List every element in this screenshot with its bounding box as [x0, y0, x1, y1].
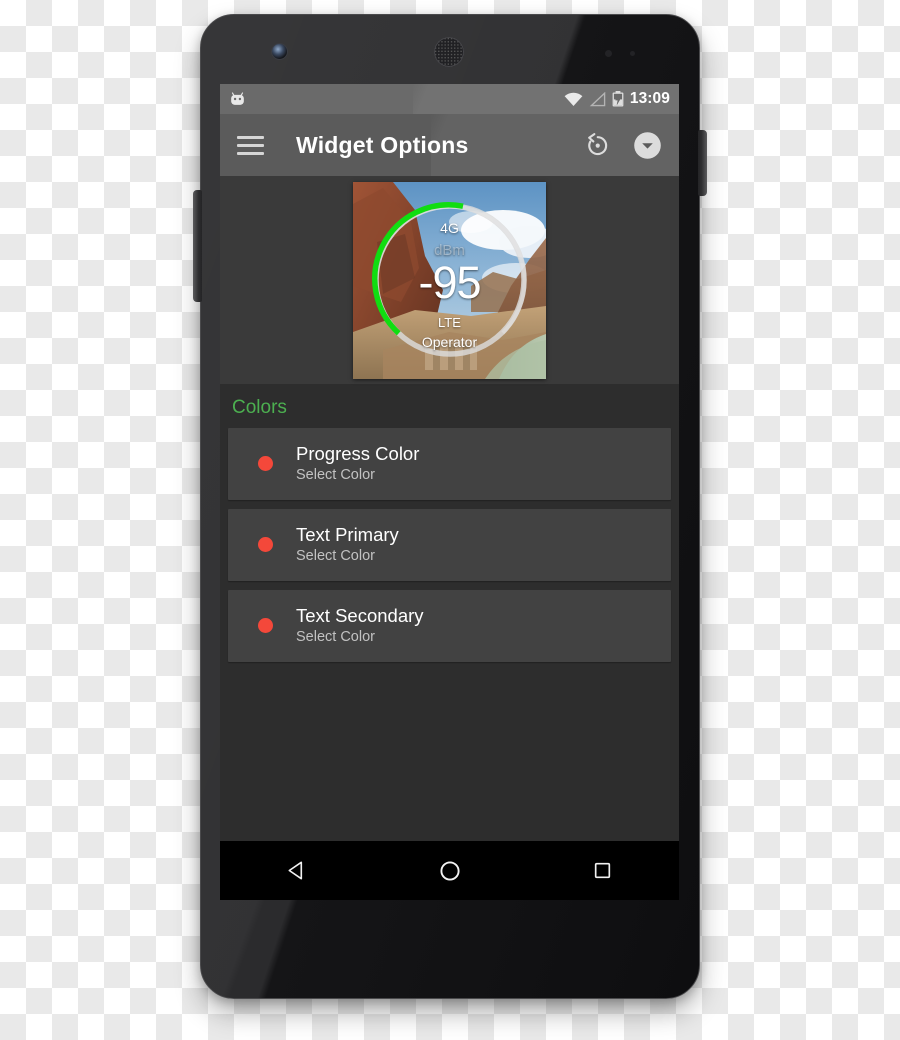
- circle-icon: [439, 860, 460, 881]
- page-title: Widget Options: [296, 131, 469, 158]
- preference-title: Text Secondary: [296, 604, 424, 626]
- recents-button[interactable]: [573, 849, 633, 893]
- back-button[interactable]: [267, 849, 327, 893]
- home-button[interactable]: [420, 849, 480, 893]
- volume-rocker-button[interactable]: [193, 190, 202, 302]
- signal-strength-gauge-widget[interactable]: 4G dBm -95 LTE Operator: [353, 181, 546, 379]
- earpiece-speaker-icon: [434, 37, 464, 67]
- power-button[interactable]: [698, 130, 707, 196]
- color-swatch[interactable]: [258, 455, 273, 471]
- status-bar: 13:09: [220, 84, 679, 114]
- app-bar: Widget Options: [220, 114, 679, 176]
- phone-screen: 13:09 Widget Options 4G dBm -95 LTE Oper…: [220, 84, 679, 900]
- preference-subtitle: Select Color: [296, 629, 375, 646]
- android-navigation-bar: [220, 841, 679, 900]
- preference-title: Progress Color: [296, 443, 420, 464]
- preference-row-text-secondary[interactable]: Text Secondary Select Color: [228, 589, 671, 662]
- widget-preview-area: 4G dBm -95 LTE Operator: [220, 176, 679, 384]
- color-swatch[interactable]: [258, 617, 273, 633]
- expand-dropdown-icon[interactable]: [633, 131, 662, 160]
- restore-defaults-icon[interactable]: [584, 132, 611, 159]
- widget-signal-value: -95: [418, 256, 481, 308]
- status-bar-clock: 13:09: [629, 90, 670, 107]
- square-icon: [594, 862, 611, 879]
- device-mockup: 13:09 Widget Options 4G dBm -95 LTE Oper…: [0, 0, 900, 1040]
- color-swatch[interactable]: [258, 536, 273, 552]
- preference-row-text-primary[interactable]: Text Primary Select Color: [228, 508, 671, 581]
- preference-row-progress-color[interactable]: Progress Color Select Color: [228, 428, 671, 500]
- status-icons: 13:09: [564, 90, 670, 108]
- cell-signal-icon: [589, 91, 606, 106]
- preference-title: Text Primary: [296, 523, 399, 545]
- android-head-icon: [231, 91, 244, 105]
- section-header-colors: Colors: [232, 397, 287, 418]
- app-bar-actions: [584, 131, 662, 160]
- widget-unit-label: dBm: [434, 241, 465, 259]
- proximity-sensor-icon: [605, 50, 612, 57]
- preference-subtitle: Select Color: [296, 467, 375, 484]
- widget-network-type: 4G: [440, 219, 459, 236]
- hamburger-menu-icon[interactable]: [237, 135, 264, 155]
- triangle-left-icon: [288, 861, 303, 880]
- widget-operator-label: Operator: [421, 333, 478, 350]
- ambient-light-sensor-icon: [630, 51, 635, 56]
- widget-technology-label: LTE: [438, 314, 461, 330]
- battery-charging-icon: [612, 91, 624, 107]
- preferences-list: Progress Color Select Color Text Primary…: [220, 428, 679, 662]
- front-camera-icon: [272, 44, 287, 59]
- wifi-icon: [564, 92, 583, 106]
- preference-subtitle: Select Color: [296, 548, 375, 565]
